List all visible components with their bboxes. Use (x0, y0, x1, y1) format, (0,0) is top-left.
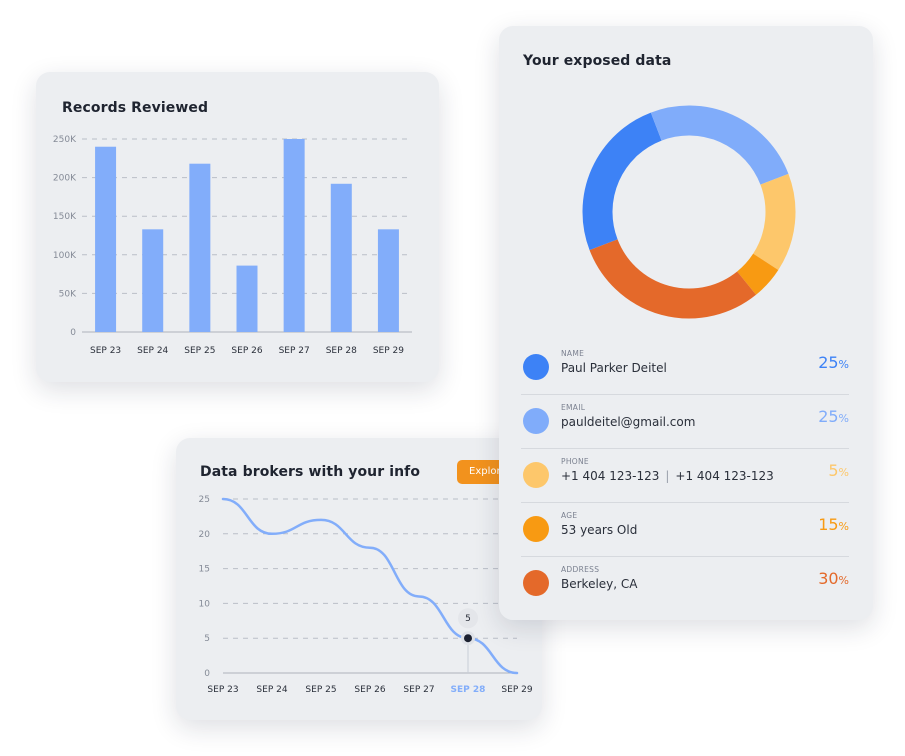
line-x-tick-label: SEP 23 (207, 685, 238, 695)
bar-y-tick-label: 200K (53, 174, 77, 184)
donut-slice-age (736, 253, 779, 295)
bar-x-tick-label: SEP 28 (326, 346, 357, 356)
row-percent: 25% (818, 407, 849, 426)
records-bar-chart: 0 50K 100K 150K 200K 250K SEP 23 SEP 24 SEP 25 SE… (53, 135, 412, 356)
percent-symbol: % (838, 412, 849, 425)
row-value: Berkeley, CA (561, 577, 638, 591)
bar-x-tick-label: SEP 25 (184, 346, 215, 356)
phone-secondary: +1 404 123-123 (675, 469, 774, 483)
bar-y-tick-label: 100K (53, 251, 77, 261)
row-percent: 25% (818, 353, 849, 372)
exposed-row-phone[interactable]: PHONE +1 404 123-123 | +1 404 123-123 5% (521, 448, 849, 502)
line-x-tick-label: SEP 25 (305, 685, 336, 695)
row-percent: 30% (818, 569, 849, 588)
percent-symbol: % (838, 466, 849, 479)
donut-slice-phone (752, 173, 796, 270)
row-label: ADDRESS (561, 565, 600, 574)
brokers-line-chart: 0 5 10 15 20 25 5 SEP 23 SEP 24 SEP 25 SEP 26 SEP 2… (199, 495, 533, 695)
line-x-tick-label: SEP 28 (451, 685, 486, 695)
donut-slice-email (650, 105, 789, 186)
row-label: EMAIL (561, 403, 586, 412)
row-label: NAME (561, 349, 585, 358)
row-value: 53 years Old (561, 523, 638, 537)
bar-x-tick-label: SEP 24 (137, 346, 168, 356)
exposed-row-name[interactable]: NAME Paul Parker Deitel 25% (521, 340, 849, 394)
exposed-row-address[interactable]: ADDRESS Berkeley, CA 30% (521, 556, 849, 610)
bar-sep-28 (330, 183, 352, 332)
line-y-tick-label: 15 (199, 565, 210, 575)
exposed-donut-chart (582, 105, 796, 319)
bar-sep-25 (189, 163, 211, 332)
percent-number: 30 (818, 569, 839, 588)
bar-x-tick-label: SEP 27 (279, 346, 310, 356)
exposed-data-card: Your exposed data NAME Paul Parker Deite… (499, 26, 873, 620)
line-y-tick-label: 0 (204, 669, 210, 679)
line-y-tick-label: 10 (199, 599, 211, 609)
line-x-tick-label: SEP 29 (501, 685, 532, 695)
highlight-tooltip-value: 5 (465, 614, 471, 624)
bar-sep-29 (377, 229, 399, 332)
bar-sep-27 (283, 139, 305, 332)
row-percent: 5% (828, 461, 849, 480)
bar-y-tick-label: 50K (59, 289, 77, 299)
percent-symbol: % (838, 574, 849, 587)
percent-symbol: % (838, 358, 849, 371)
records-reviewed-card: Records Reviewed 0 50K 100K 150K 200K 250K SEP… (36, 72, 439, 382)
email-color-dot (523, 408, 549, 434)
bar-y-tick-label: 150K (53, 212, 77, 222)
exposed-row-email[interactable]: EMAIL pauldeitel@gmail.com 25% (521, 394, 849, 448)
row-value: +1 404 123-123 | +1 404 123-123 (561, 469, 774, 483)
age-color-dot (523, 516, 549, 542)
exposed-row-age[interactable]: AGE 53 years Old 15% (521, 502, 849, 556)
highlight-point (464, 634, 472, 643)
phone-separator: | (665, 469, 670, 483)
line-y-tick-label: 5 (204, 634, 210, 644)
bar-x-tick-label: SEP 23 (90, 346, 121, 356)
bar-sep-26 (236, 265, 258, 332)
line-y-tick-label: 20 (199, 530, 211, 540)
line-x-tick-label: SEP 27 (403, 685, 434, 695)
brokers-series-line (221, 497, 519, 675)
donut-slice-name (582, 112, 663, 251)
row-label: PHONE (561, 457, 589, 466)
line-x-tick-label: SEP 24 (256, 685, 287, 695)
bar-x-tick-label: SEP 29 (373, 346, 404, 356)
percent-number: 25 (818, 407, 839, 426)
row-value: pauldeitel@gmail.com (561, 415, 696, 429)
phone-color-dot (523, 462, 549, 488)
percent-number: 15 (818, 515, 839, 534)
donut-slice-address (589, 238, 757, 319)
percent-number: 5 (828, 461, 839, 480)
address-color-dot (523, 570, 549, 596)
bar-y-tick-label: 0 (70, 328, 76, 338)
row-percent: 15% (818, 515, 849, 534)
data-brokers-card: Data brokers with your info Explore 0 5 10… (176, 438, 542, 720)
phone-primary: +1 404 123-123 (561, 469, 660, 483)
percent-symbol: % (838, 520, 849, 533)
row-value: Paul Parker Deitel (561, 361, 667, 375)
bar-y-tick-label: 250K (53, 135, 77, 145)
percent-number: 25 (818, 353, 839, 372)
name-color-dot (523, 354, 549, 380)
bar-sep-24 (142, 229, 164, 332)
bar-x-tick-label: SEP 26 (231, 346, 262, 356)
line-y-tick-label: 25 (199, 495, 210, 505)
line-x-tick-label: SEP 26 (354, 685, 385, 695)
row-label: AGE (561, 511, 578, 520)
bar-sep-23 (95, 146, 117, 332)
